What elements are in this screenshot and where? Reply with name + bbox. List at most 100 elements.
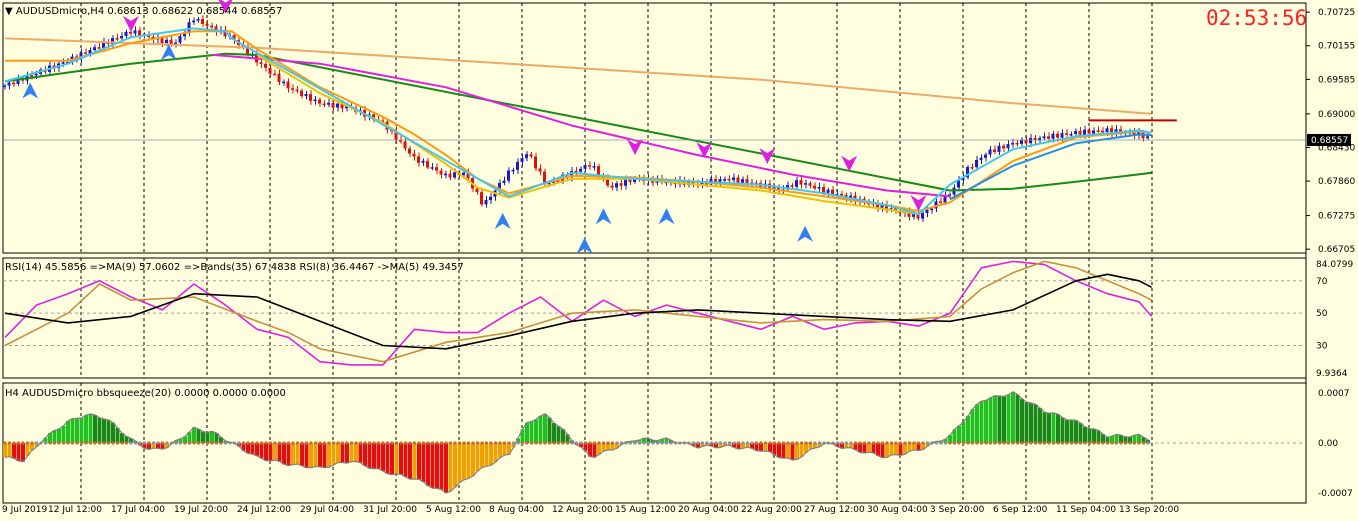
price-tick-label: 0.68430 (1318, 143, 1355, 153)
squeeze-dot (345, 441, 349, 445)
squeeze-dot (426, 441, 430, 445)
squeeze-dot (25, 441, 30, 445)
price-bar-body (331, 102, 335, 108)
price-bar-body (817, 186, 821, 189)
squeeze-dot (849, 441, 853, 445)
squeeze-dot (876, 441, 880, 445)
squeeze-dot (313, 441, 318, 445)
price-bar-body (309, 94, 312, 101)
histogram-bar (1042, 412, 1047, 443)
price-bar-body (826, 189, 830, 193)
price-bar-body (1101, 130, 1104, 133)
squeeze-dot (700, 441, 705, 445)
squeeze-dot (498, 441, 502, 445)
price-panel[interactable]: 0.68557 (3, 0, 1351, 254)
price-bar-body (93, 47, 96, 51)
histogram-bar (790, 443, 795, 460)
squeeze-dot (1047, 441, 1051, 445)
squeeze-dot (1101, 441, 1105, 445)
price-bar-body (124, 31, 128, 37)
squeeze-dot (241, 441, 246, 445)
squeeze-dot (205, 441, 210, 445)
histogram-bar (462, 443, 466, 480)
squeeze-dot (1024, 441, 1029, 445)
squeeze-dot (376, 441, 381, 445)
moving-average-line (4, 52, 1152, 192)
price-bar-body (421, 160, 425, 163)
price-bar-body (426, 160, 429, 168)
squeeze-dot (192, 441, 196, 445)
squeeze-dot (3, 441, 7, 445)
squeeze-dot (1069, 441, 1074, 445)
squeeze-dot (282, 441, 286, 445)
price-bar-body (1056, 133, 1059, 138)
squeeze-dot (606, 441, 610, 445)
price-tick-label: 0.67860 (1318, 177, 1355, 187)
squeeze-dot (223, 441, 228, 445)
histogram-bar (543, 413, 547, 443)
price-bar-body (1146, 136, 1149, 139)
histogram-bar (957, 425, 961, 443)
squeeze-dot (529, 441, 534, 445)
price-bar-body (115, 38, 119, 40)
histogram-bar (1083, 426, 1087, 443)
price-bar-body (403, 141, 407, 149)
histogram-bar (1006, 394, 1011, 443)
squeeze-dot (588, 441, 592, 445)
histogram-bar (1029, 402, 1033, 443)
histogram-bar (1074, 420, 1078, 443)
squeeze-dot (862, 441, 867, 445)
histogram-bar (336, 443, 340, 463)
buy-arrow-icon (797, 225, 814, 242)
price-bar-body (259, 62, 263, 64)
histogram-bar (304, 443, 309, 468)
histogram-bar (97, 417, 102, 443)
price-bar-body (129, 31, 132, 34)
trading-chart[interactable]: 0.68557 9 Jul 2019 12 Jul 12:00 17 Jul 04:… (0, 0, 1358, 521)
price-bar-body (286, 81, 290, 89)
squeeze-dot (480, 441, 484, 445)
squeeze-dot (898, 441, 903, 445)
histogram-bar (471, 443, 475, 476)
histogram-bar (1033, 404, 1038, 443)
histogram-bar (264, 443, 268, 461)
squeeze-dot (97, 441, 102, 445)
squeeze-dot (948, 441, 952, 445)
histogram-bar (786, 443, 790, 459)
squeeze-dot (1110, 441, 1114, 445)
histogram-bar (268, 443, 273, 461)
price-bar-body (543, 171, 546, 184)
histogram-bar (475, 443, 480, 472)
price-bar-body (1015, 142, 1019, 145)
squeeze-dot (300, 441, 304, 445)
squeeze-dot (754, 441, 759, 445)
price-bar-body (1042, 136, 1046, 139)
squeeze-dot (1105, 441, 1110, 445)
histogram-bar (1065, 419, 1069, 443)
squeeze-dot (214, 441, 219, 445)
sell-arrow-icon (627, 139, 643, 156)
rsi-panel[interactable] (3, 260, 1306, 366)
price-bar-body (804, 183, 807, 185)
squeeze-dot (390, 441, 394, 445)
price-bar-body (1006, 144, 1010, 149)
histogram-bar (1060, 417, 1065, 443)
x-tick-label: 12 Aug 20:00 (552, 505, 613, 515)
squeeze-dot (853, 441, 858, 445)
price-bar-body (1074, 131, 1077, 135)
bbsqueeze-panel[interactable] (3, 391, 1306, 494)
squeeze-dot (255, 441, 259, 445)
squeeze-dot (430, 441, 435, 445)
price-bar-body (736, 177, 740, 183)
squeeze-dot (556, 441, 561, 445)
squeeze-dot (1087, 441, 1092, 445)
histogram-bar (1020, 398, 1024, 443)
squeeze-dot (736, 441, 741, 445)
price-bar-body (619, 183, 623, 186)
squeeze-dot (867, 441, 871, 445)
squeeze-dot (462, 441, 466, 445)
histogram-bar (277, 443, 282, 462)
squeeze-dot (907, 441, 912, 445)
squeeze-dot (1060, 441, 1065, 445)
squeeze-dot (858, 441, 862, 445)
